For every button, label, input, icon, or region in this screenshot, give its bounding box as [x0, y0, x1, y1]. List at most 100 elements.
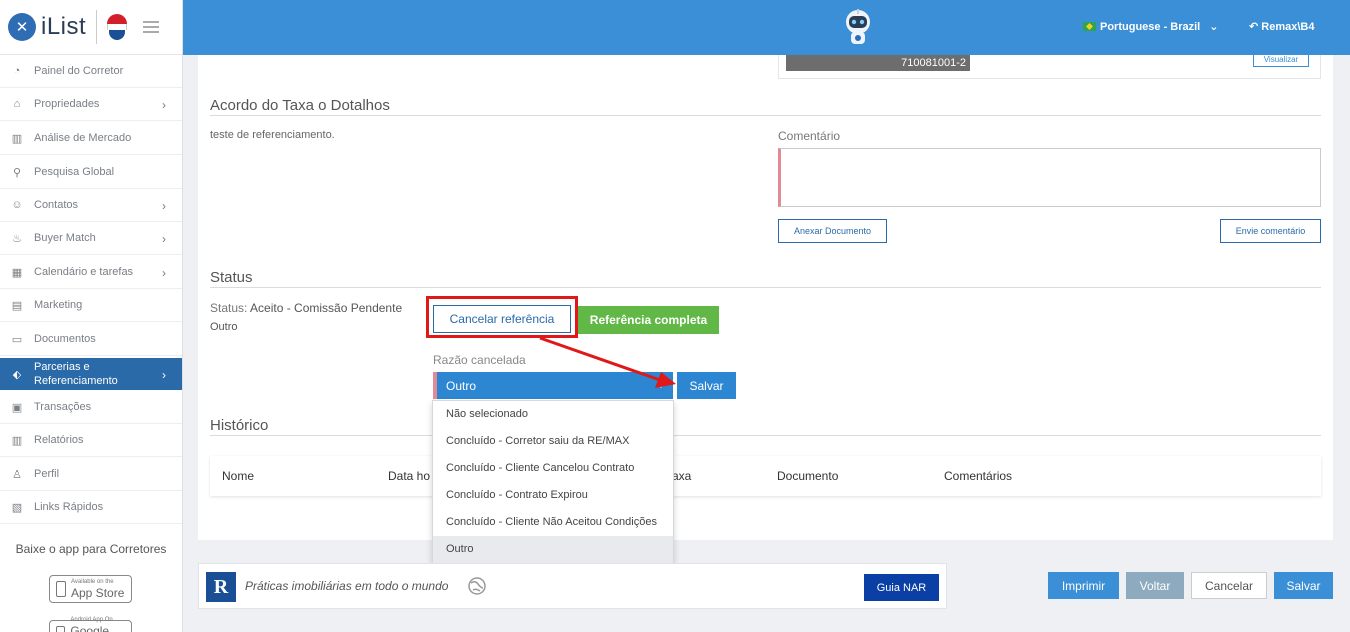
phone-icon [56, 581, 66, 597]
cancel-reason-dropdown: Não selecionado Concluído - Corretor sai… [432, 400, 674, 563]
nar-guide-button[interactable]: Guia NAR [864, 574, 939, 601]
sidebar-item-label: Buyer Match [34, 232, 96, 244]
print-button[interactable]: Imprimir [1048, 572, 1119, 599]
back-button[interactable]: Voltar [1126, 572, 1184, 599]
language-label: Portuguese - Brazil [1100, 20, 1201, 33]
nar-tagline: Práticas imobiliárias em todo o mundo [245, 579, 449, 593]
google-play-big-text: Google Play [70, 623, 110, 632]
column-header-name: Nome [222, 469, 255, 483]
sidebar-item[interactable]: ♙ Perfil [0, 458, 182, 491]
cancel-reason-label: Razão cancelada [433, 353, 526, 367]
bar-chart-icon: ▥ [11, 132, 23, 145]
column-header-document: Documento [777, 469, 839, 483]
chevron-right-icon: › [162, 232, 166, 246]
home-icon: ⌂ [13, 98, 21, 110]
cancel-reason-select[interactable]: Outro ▼ [433, 372, 673, 399]
sidebar-item-label: Contatos [34, 199, 79, 211]
sidebar-item-label: Propriedades [34, 98, 100, 110]
column-header-date: Data ho [388, 469, 431, 483]
chevron-right-icon: › [162, 98, 166, 112]
search-icon: ⚲ [12, 166, 22, 179]
sidebar-item-label: Pesquisa Global [34, 166, 115, 178]
ilist-logo-icon[interactable]: ✕ [8, 13, 36, 41]
comment-label: Comentário [778, 129, 841, 143]
remax-balloon-icon [107, 14, 128, 40]
sidebar-item[interactable]: ▤ Marketing [0, 289, 182, 322]
save-button[interactable]: Salvar [1274, 572, 1333, 599]
app-store-big-text: App Store [71, 585, 125, 600]
save-reason-button[interactable]: Salvar [677, 372, 736, 399]
sidebar-item[interactable]: ♨ Buyer Match › [0, 222, 182, 255]
divider [210, 115, 1321, 116]
sidebar-item-label: Painel do Corretor [34, 65, 124, 77]
logo-area: ✕ iList [0, 0, 182, 55]
app-store-badge[interactable]: Available on the App Store [49, 575, 132, 603]
status-line: Status: Aceito - Comissão Pendente [210, 301, 402, 315]
sidebar-item[interactable]: ⬖ Parcerias e Referenciamento › [0, 358, 182, 390]
sidebar-item[interactable]: ▥ Análise de Mercado [0, 122, 182, 155]
sidebar-item[interactable]: ⚲ Pesquisa Global [0, 156, 182, 189]
sidebar-item-label: Perfil [34, 468, 60, 480]
attach-document-button[interactable]: Anexar Documento [778, 219, 887, 243]
sidebar-item[interactable]: ▭ Documentos [0, 323, 182, 356]
view-button[interactable]: Visualizar [1253, 55, 1309, 67]
dashboard-icon: ◔ [13, 65, 21, 77]
user-menu[interactable]: ↶ Remax\B4 [1249, 20, 1314, 33]
hamburger-menu-icon[interactable] [143, 18, 160, 36]
tag-icon: ⬖ [12, 368, 22, 381]
cancel-referral-button[interactable]: Cancelar referência [433, 305, 571, 333]
sidebar-item[interactable]: ☺ Contatos › [0, 189, 182, 222]
details-text: teste de referenciamento. [210, 129, 335, 141]
divider [210, 435, 1321, 436]
user-name: Remax\B4 [1261, 21, 1315, 33]
calendar-icon: ▦ [11, 266, 23, 279]
sidebar-item-label: Documentos [34, 333, 96, 345]
sidebar-item[interactable]: ◔ Painel do Corretor [0, 55, 182, 88]
column-header-fee: axa [672, 469, 692, 483]
complete-referral-button[interactable]: Referência completa [578, 306, 719, 334]
comment-textarea[interactable] [778, 148, 1321, 207]
brazil-flag-icon [1083, 22, 1096, 31]
realtor-logo-icon: R [206, 572, 236, 602]
dropdown-option[interactable]: Concluído - Corretor saiu da RE/MAX [433, 428, 673, 455]
google-play-small-text: Android App On [70, 616, 113, 623]
sidebar-item-label: Parcerias e Referenciamento [34, 361, 118, 387]
status-value: Aceito - Comissão Pendente [250, 301, 403, 315]
listing-thumbnail-id: 710081001-2 [901, 57, 966, 69]
sidebar-item-label: Análise de Mercado [34, 132, 132, 144]
sidebar-item[interactable]: ▥ Relatórios [0, 424, 182, 457]
sidebar-item[interactable]: ▣ Transações [0, 391, 182, 424]
dropdown-option[interactable]: Concluído - Cliente Não Aceitou Condiçõe… [433, 509, 673, 536]
robot-assistant-icon[interactable] [843, 8, 873, 48]
status-label: Status: [210, 301, 248, 315]
caret-down-icon: ▼ [657, 381, 665, 390]
sidebar-item-label: Links Rápidos [34, 501, 104, 513]
sidebar-item[interactable]: ▧ Links Rápidos [0, 491, 182, 524]
sidebar-item-label: Relatórios [34, 434, 84, 446]
google-play-badge[interactable]: Android App On Google Play [49, 616, 132, 632]
language-selector[interactable]: Portuguese - Brazil ⌄ [1083, 20, 1218, 33]
history-section-title: Histórico [210, 417, 269, 434]
sidebar-item-label: Calendário e tarefas [34, 266, 134, 278]
user-icon: ♙ [12, 468, 22, 481]
dropdown-option[interactable]: Concluído - Contrato Expirou [433, 482, 673, 509]
sidebar-item[interactable]: ⌂ Propriedades › [0, 88, 182, 121]
folder-icon: ▭ [11, 333, 23, 346]
dropdown-option[interactable]: Não selecionado [433, 401, 673, 428]
app-promo-text: Baixe o app para Corretores [15, 542, 167, 556]
ilist-logo-text[interactable]: iList [41, 13, 86, 41]
send-comment-button[interactable]: Envie comentário [1220, 219, 1321, 243]
globe-icon [468, 577, 486, 595]
column-header-comments: Comentários [944, 469, 1013, 483]
logo-divider [96, 10, 98, 44]
links-icon: ▧ [11, 501, 23, 514]
chevron-down-icon: ⌄ [1209, 21, 1219, 33]
sidebar-item[interactable]: ▦ Calendário e tarefas › [0, 256, 182, 289]
chevron-right-icon: › [162, 266, 166, 280]
dropdown-option-selected[interactable]: Outro [433, 536, 673, 563]
divider [210, 287, 1321, 288]
cancel-button[interactable]: Cancelar [1191, 572, 1267, 599]
dropdown-option[interactable]: Concluído - Cliente Cancelou Contrato [433, 455, 673, 482]
sidebar-item-label: Marketing [34, 299, 83, 311]
sidebar-item-label: Transações [34, 401, 92, 413]
